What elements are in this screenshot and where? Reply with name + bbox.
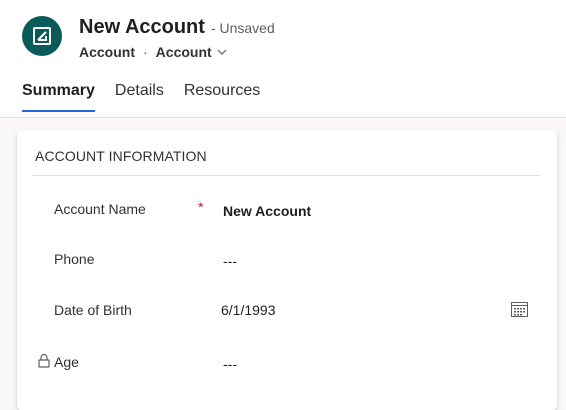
phone-field[interactable]: --- bbox=[223, 253, 237, 269]
phone-label: Phone bbox=[54, 251, 95, 267]
form-tabs: Summary Details Resources bbox=[22, 82, 280, 112]
page-title: New Account bbox=[79, 16, 205, 38]
age-field: --- bbox=[223, 356, 237, 372]
required-indicator: * bbox=[198, 199, 204, 215]
date-of-birth-field[interactable]: 6/1/1993 bbox=[221, 302, 276, 318]
account-entity-icon bbox=[32, 26, 52, 46]
tab-summary[interactable]: Summary bbox=[22, 82, 95, 112]
avatar bbox=[22, 16, 62, 56]
section-title: ACCOUNT INFORMATION bbox=[35, 148, 207, 164]
calendar-icon[interactable] bbox=[509, 299, 529, 319]
tab-resources[interactable]: Resources bbox=[184, 82, 260, 110]
section-divider bbox=[33, 175, 541, 176]
breadcrumb-separator: · bbox=[143, 44, 148, 60]
account-name-field[interactable]: New Account bbox=[223, 203, 311, 219]
title-row: New Account - Unsaved bbox=[79, 16, 275, 39]
chevron-down-icon bbox=[217, 49, 227, 55]
record-header: New Account - Unsaved Account · Account … bbox=[0, 0, 566, 118]
date-of-birth-label: Date of Birth bbox=[54, 302, 132, 318]
age-label: Age bbox=[54, 354, 79, 370]
tab-details[interactable]: Details bbox=[115, 82, 164, 110]
entity-name: Account bbox=[79, 44, 135, 60]
save-status: - Unsaved bbox=[210, 20, 275, 36]
account-name-label: Account Name bbox=[54, 201, 146, 217]
form-name: Account bbox=[155, 44, 212, 60]
breadcrumb: Account · Account bbox=[79, 44, 227, 60]
form-selector[interactable]: Account bbox=[156, 44, 227, 60]
account-information-section: ACCOUNT INFORMATION Account Name * New A… bbox=[17, 130, 557, 410]
lock-icon bbox=[37, 352, 50, 368]
